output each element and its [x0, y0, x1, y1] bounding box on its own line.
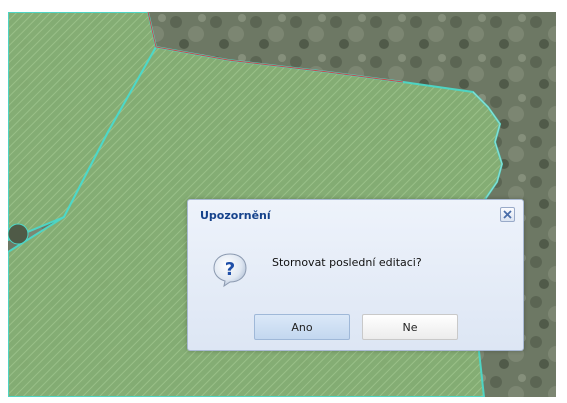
map-feature	[8, 223, 29, 245]
confirm-dialog: Upozornění ? Stornovat poslední editaci?…	[187, 199, 524, 351]
yes-button[interactable]: Ano	[254, 314, 350, 340]
no-button[interactable]: Ne	[362, 314, 458, 340]
close-icon[interactable]	[500, 207, 515, 222]
question-icon: ?	[213, 253, 247, 288]
close-icon	[503, 210, 512, 219]
yes-button-label: Ano	[291, 320, 313, 334]
svg-text:?: ?	[225, 259, 235, 280]
no-button-label: Ne	[402, 320, 418, 334]
screenshot-frame: Upozornění ? Stornovat poslední editaci?…	[0, 0, 567, 403]
dialog-title: Upozornění	[200, 209, 271, 222]
dialog-message: Stornovat poslední editaci?	[272, 256, 422, 269]
